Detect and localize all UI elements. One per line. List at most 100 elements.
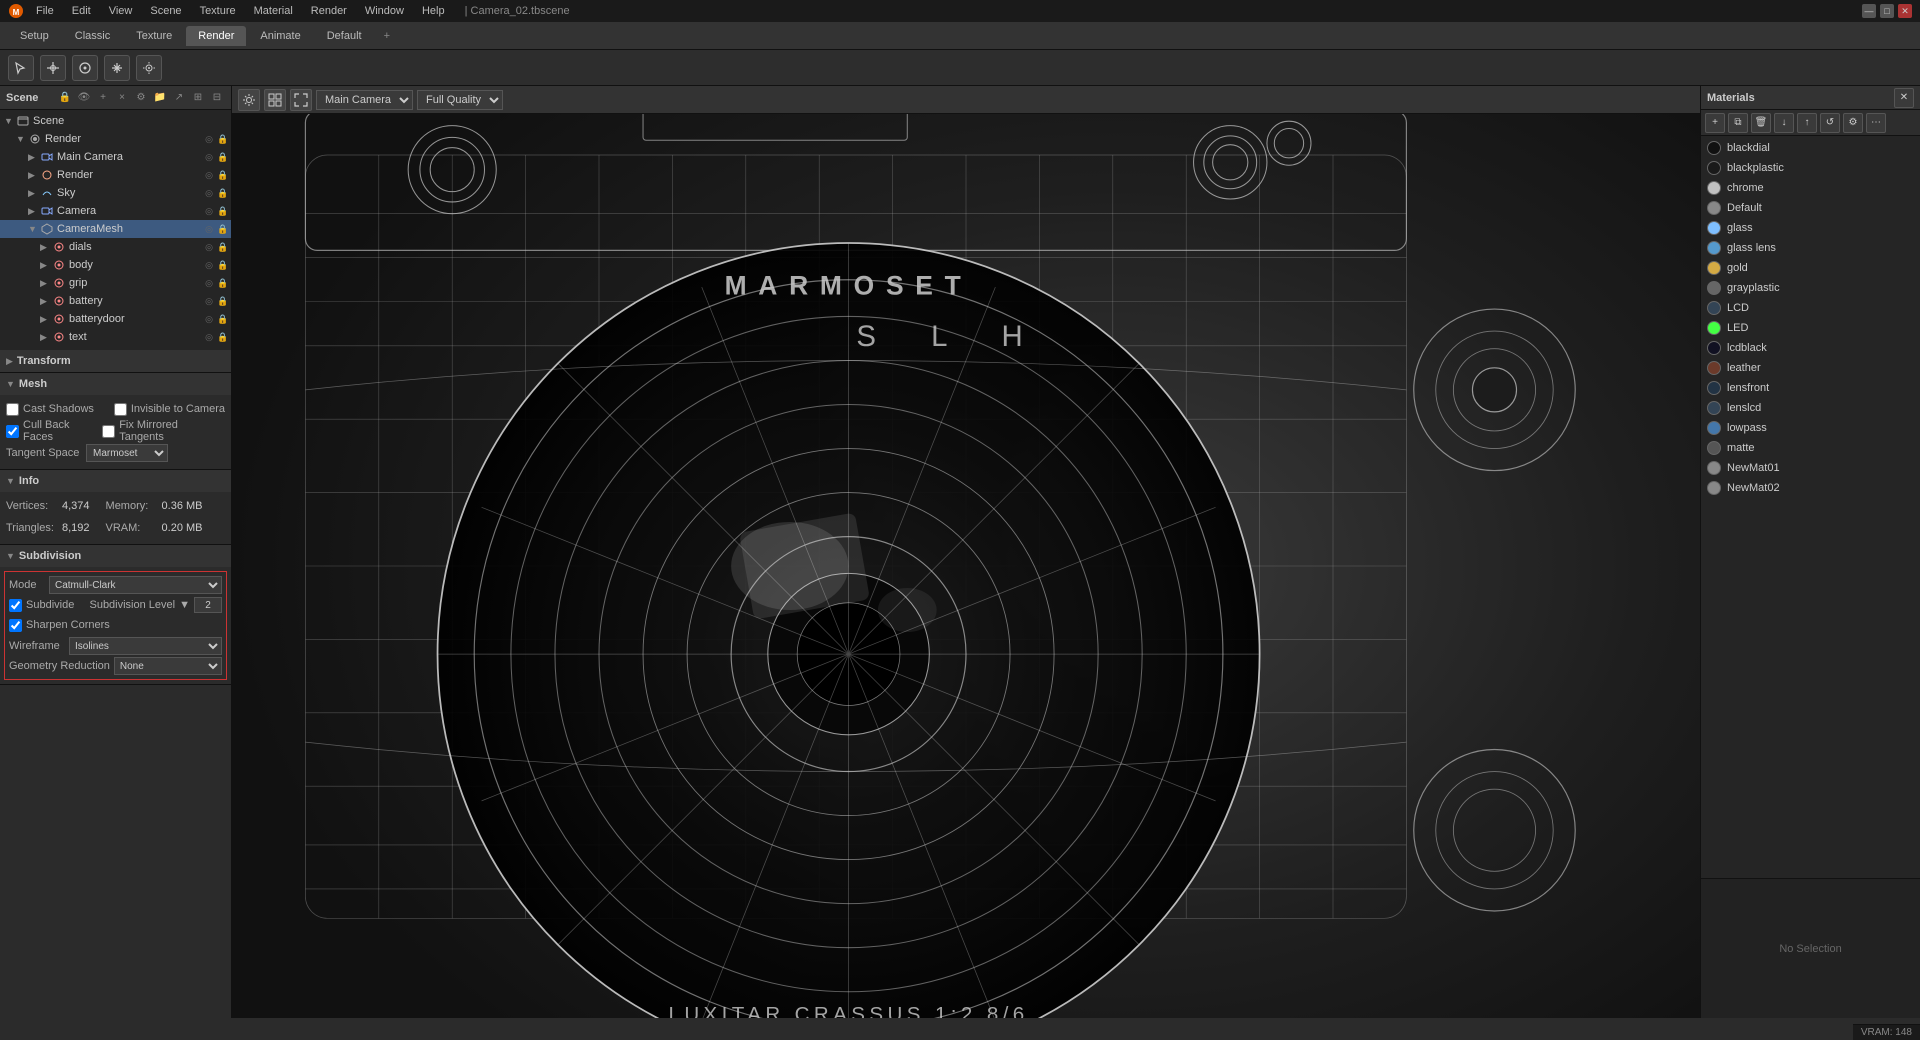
- subdivide-checkbox[interactable]: [9, 599, 22, 612]
- quality-select[interactable]: Full Quality Draft Fast: [417, 90, 503, 110]
- tree-item-render[interactable]: ▼ Render ◎🔒: [0, 130, 231, 148]
- tree-item-battery[interactable]: ▶ battery ◎🔒: [0, 292, 231, 310]
- material-item-blackdial[interactable]: blackdial: [1701, 138, 1920, 158]
- mat-delete-button[interactable]: 🗑: [1751, 113, 1771, 133]
- tab-classic[interactable]: Classic: [63, 26, 122, 46]
- mat-duplicate-button[interactable]: ⧉: [1728, 113, 1748, 133]
- fix-mirrored-tangents-checkbox[interactable]: Fix Mirrored Tangents: [102, 419, 225, 443]
- level-spinner-down[interactable]: ▼: [179, 599, 190, 611]
- scene-eye-icon[interactable]: 👁: [76, 90, 92, 106]
- material-item-blackplastic[interactable]: blackplastic: [1701, 158, 1920, 178]
- tab-render[interactable]: Render: [186, 26, 246, 46]
- invisible-to-camera-checkbox[interactable]: Invisible to Camera: [114, 403, 225, 416]
- maximize-button[interactable]: □: [1880, 4, 1894, 18]
- material-item-NewMat01[interactable]: NewMat01: [1701, 458, 1920, 478]
- viewport-settings-icon[interactable]: [238, 89, 260, 111]
- tab-default[interactable]: Default: [315, 26, 374, 46]
- material-item-NewMat02[interactable]: NewMat02: [1701, 478, 1920, 498]
- viewport-layout-icon[interactable]: [264, 89, 286, 111]
- menu-window[interactable]: Window: [359, 5, 410, 17]
- tree-item-scene[interactable]: ▼ Scene: [0, 112, 231, 130]
- viewport-content[interactable]: MARMOSET S L H LUXITAR CRASSUS 1:2,8/6: [232, 114, 1700, 1018]
- tree-item-text[interactable]: ▶ text ◎🔒: [0, 328, 231, 346]
- material-item-leather[interactable]: leather: [1701, 358, 1920, 378]
- material-item-lenslcd[interactable]: lenslcd: [1701, 398, 1920, 418]
- viewport[interactable]: Main Camera Camera01 Full Quality Draft …: [232, 86, 1700, 1018]
- mat-import-button[interactable]: ↓: [1774, 113, 1794, 133]
- material-item-matte[interactable]: matte: [1701, 438, 1920, 458]
- material-item-chrome[interactable]: chrome: [1701, 178, 1920, 198]
- tab-add-button[interactable]: +: [376, 26, 398, 46]
- mat-add-button[interactable]: +: [1705, 113, 1725, 133]
- close-button[interactable]: ✕: [1898, 4, 1912, 18]
- tree-item-sky[interactable]: ▶ Sky ◎🔒: [0, 184, 231, 202]
- material-item-gold[interactable]: gold: [1701, 258, 1920, 278]
- material-item-grayplastic[interactable]: grayplastic: [1701, 278, 1920, 298]
- tab-setup[interactable]: Setup: [8, 26, 61, 46]
- fix-mirrored-tangents-input[interactable]: [102, 425, 115, 438]
- cull-back-faces-input[interactable]: [6, 425, 19, 438]
- rotate-tool-button[interactable]: [72, 55, 98, 81]
- mesh-section-header[interactable]: ▼ Mesh: [0, 373, 231, 395]
- tree-item-body[interactable]: ▶ body ◎🔒: [0, 256, 231, 274]
- subdivision-section-header[interactable]: ▼ Subdivision: [0, 545, 231, 567]
- mode-select[interactable]: Catmull-Clark Loop Bilinear: [49, 576, 222, 594]
- menu-help[interactable]: Help: [416, 5, 451, 17]
- material-item-glass[interactable]: glass: [1701, 218, 1920, 238]
- cast-shadows-checkbox[interactable]: Cast Shadows: [6, 403, 94, 416]
- scene-delete-icon[interactable]: ×: [114, 90, 130, 106]
- tree-item-batterydoor[interactable]: ▶ batterydoor ◎🔒: [0, 310, 231, 328]
- menu-scene[interactable]: Scene: [144, 5, 187, 17]
- cast-shadows-input[interactable]: [6, 403, 19, 416]
- transform-section-header[interactable]: ▶ Transform: [0, 350, 231, 372]
- scene-add-icon[interactable]: +: [95, 90, 111, 106]
- menu-material[interactable]: Material: [248, 5, 299, 17]
- transform-tool-button[interactable]: [40, 55, 66, 81]
- mat-export-button[interactable]: ↑: [1797, 113, 1817, 133]
- minimize-button[interactable]: —: [1862, 4, 1876, 18]
- tree-item-render2[interactable]: ▶ Render ◎🔒: [0, 166, 231, 184]
- material-item-lowpass[interactable]: lowpass: [1701, 418, 1920, 438]
- tree-item-camera[interactable]: ▶ Camera ◎🔒: [0, 202, 231, 220]
- material-item-LCD[interactable]: LCD: [1701, 298, 1920, 318]
- tree-item-main-camera[interactable]: ▶ Main Camera ◎🔒: [0, 148, 231, 166]
- menu-edit[interactable]: Edit: [66, 5, 97, 17]
- tree-item-grip[interactable]: ▶ grip ◎🔒: [0, 274, 231, 292]
- sharpen-corners-checkbox[interactable]: Sharpen Corners: [9, 619, 110, 632]
- menu-file[interactable]: File: [30, 5, 60, 17]
- cull-back-faces-checkbox[interactable]: Cull Back Faces: [6, 419, 102, 443]
- material-item-LED[interactable]: LED: [1701, 318, 1920, 338]
- menu-render[interactable]: Render: [305, 5, 353, 17]
- scene-expand-icon[interactable]: ⊞: [190, 90, 206, 106]
- tree-item-dials[interactable]: ▶ dials ◎🔒: [0, 238, 231, 256]
- mat-more-button[interactable]: ⋯: [1866, 113, 1886, 133]
- mat-reload-button[interactable]: ↺: [1820, 113, 1840, 133]
- menu-texture[interactable]: Texture: [194, 5, 242, 17]
- tree-expand-scene[interactable]: ▼: [4, 116, 16, 126]
- scene-import-icon[interactable]: 📁: [152, 90, 168, 106]
- wireframe-select[interactable]: Isolines None All Edges: [69, 637, 222, 655]
- scene-collapse-icon[interactable]: ⊟: [209, 90, 225, 106]
- scene-settings-icon[interactable]: ⚙: [133, 90, 149, 106]
- viewport-fullscreen-icon[interactable]: [290, 89, 312, 111]
- light-tool-button[interactable]: [136, 55, 162, 81]
- subdivision-level-input[interactable]: [194, 597, 222, 613]
- mat-settings-button[interactable]: ⚙: [1843, 113, 1863, 133]
- tangent-space-select[interactable]: Marmoset MikkTSpace 3ds Max: [86, 444, 168, 462]
- geometry-reduction-select[interactable]: None Low Medium High: [114, 657, 222, 675]
- info-section-header[interactable]: ▼ Info: [0, 470, 231, 492]
- mat-close-icon[interactable]: ✕: [1894, 88, 1914, 108]
- tree-item-camera-mesh[interactable]: ▼ CameraMesh ◎🔒: [0, 220, 231, 238]
- sharpen-corners-input[interactable]: [9, 619, 22, 632]
- tree-expand-render[interactable]: ▼: [16, 134, 28, 144]
- scene-export-icon[interactable]: ↗: [171, 90, 187, 106]
- material-item-glass lens[interactable]: glass lens: [1701, 238, 1920, 258]
- material-item-lensfront[interactable]: lensfront: [1701, 378, 1920, 398]
- camera-select[interactable]: Main Camera Camera01: [316, 90, 413, 110]
- tab-animate[interactable]: Animate: [248, 26, 312, 46]
- scene-lock-icon[interactable]: 🔒: [57, 90, 73, 106]
- material-item-Default[interactable]: Default: [1701, 198, 1920, 218]
- material-item-lcdblack[interactable]: lcdblack: [1701, 338, 1920, 358]
- menu-view[interactable]: View: [103, 5, 139, 17]
- select-tool-button[interactable]: [8, 55, 34, 81]
